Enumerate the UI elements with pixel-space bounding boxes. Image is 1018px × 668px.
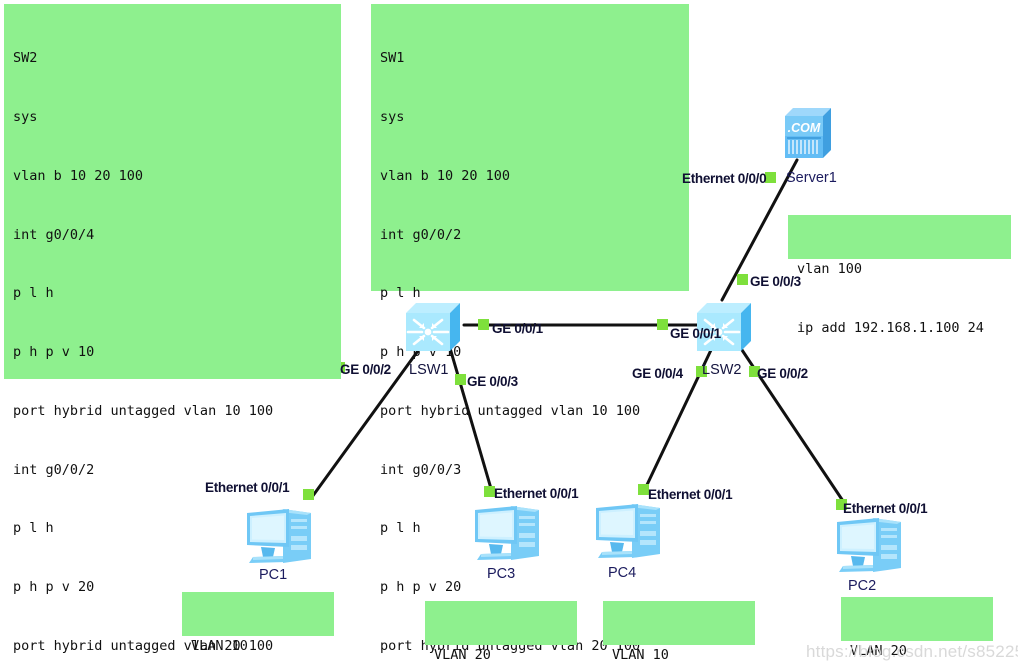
config-line: VLAN 10 <box>191 638 248 655</box>
config-line: vlan 100 <box>797 261 863 278</box>
network-topology-diagram: SW2 sys vlan b 10 20 100 int g0/0/4 p l … <box>0 0 1018 668</box>
device-label-pc3: PC3 <box>487 566 516 582</box>
config-line: p l h <box>13 285 54 302</box>
config-line: int g0/0/2 <box>380 226 462 243</box>
device-pc2[interactable] <box>829 512 911 578</box>
config-line: sys <box>13 108 38 125</box>
device-pc3[interactable] <box>467 500 549 566</box>
switch-icon <box>406 303 460 351</box>
config-line: VLAN 20 <box>434 647 491 664</box>
config-block-sw2: SW2 sys vlan b 10 20 100 int g0/0/4 p l … <box>4 4 341 654</box>
config-line: SW1 <box>380 50 405 67</box>
device-pc4[interactable] <box>588 498 670 564</box>
device-label-pc2: PC2 <box>848 578 877 594</box>
config-block-pc2: VLAN 20 192.168.1.2 24 <box>841 597 993 659</box>
pc-icon <box>247 509 311 563</box>
port-label-lsw1-ge3: GE 0/0/3 <box>467 374 518 389</box>
config-line: p h p v 20 <box>380 579 462 596</box>
config-line: port hybrid untagged vlan 10 100 <box>380 402 641 419</box>
device-label-pc1: PC1 <box>259 567 288 583</box>
config-line: VLAN 10 <box>612 647 669 664</box>
config-block-pc1: VLAN 10 192.168.1.1 24 <box>182 592 334 654</box>
device-pc1[interactable] <box>239 503 321 569</box>
device-label-lsw1: LSW1 <box>409 362 449 378</box>
config-line: int g0/0/2 <box>13 461 95 478</box>
port-label-pc4-eth: Ethernet 0/0/1 <box>648 487 733 502</box>
pc-icon <box>475 506 539 560</box>
port-label-lsw2-ge4: GE 0/0/4 <box>632 366 683 381</box>
config-line: vlan b 10 20 100 <box>380 167 511 184</box>
port-label-pc2-eth: Ethernet 0/0/1 <box>843 501 928 516</box>
config-line: port hybrid untagged vlan 10 100 <box>13 402 274 419</box>
svg-text:.COM: .COM <box>788 121 821 135</box>
config-line: int g0/0/4 <box>13 226 95 243</box>
endpoint-server1-eth <box>765 172 776 183</box>
endpoint-lsw2-ge3 <box>737 274 748 285</box>
device-label-pc4: PC4 <box>608 565 637 581</box>
port-label-lsw1-ge1: GE 0/0/1 <box>492 321 543 336</box>
port-label-server1-eth: Ethernet 0/0/0 <box>682 171 767 186</box>
config-block-pc3: VLAN 20 192.168.1.3 24 <box>425 601 577 663</box>
config-block-sw1: SW1 sys vlan b 10 20 100 int g0/0/2 p l … <box>371 4 689 654</box>
config-line: vlan b 10 20 100 <box>13 167 144 184</box>
port-label-lsw2-ge1: GE 0/0/1 <box>670 326 721 341</box>
server-com-icon: .COM <box>785 108 831 158</box>
device-lsw1[interactable] <box>402 299 466 355</box>
pc-icon <box>837 518 901 572</box>
config-block-server1: vlan 100 ip add 192.168.1.100 24 <box>788 215 1011 336</box>
device-server1[interactable]: .COM <box>779 104 837 166</box>
port-label-lsw2-ge2: GE 0/0/2 <box>757 366 808 381</box>
port-label-pc3-eth: Ethernet 0/0/1 <box>494 486 579 501</box>
pc-icon <box>596 504 660 558</box>
device-label-lsw2: LSW2 <box>702 362 742 378</box>
device-label-server1: Server1 <box>786 170 837 186</box>
config-line: sys <box>380 108 405 125</box>
watermark: https://blog.csdn.net/s85225 <box>806 642 1018 661</box>
config-line: p h p v 10 <box>13 344 95 361</box>
config-line: ip add 192.168.1.100 24 <box>797 319 984 336</box>
port-label-pc1-eth: Ethernet 0/0/1 <box>205 480 290 495</box>
config-block-pc4: VLAN 10 192.168.1.4 24 <box>603 601 755 663</box>
config-line: int g0/0/3 <box>380 461 462 478</box>
port-label-lsw1-ge2: GE 0/0/2 <box>340 362 391 377</box>
config-line: SW2 <box>13 50 38 67</box>
port-label-lsw2-ge3: GE 0/0/3 <box>750 274 801 289</box>
